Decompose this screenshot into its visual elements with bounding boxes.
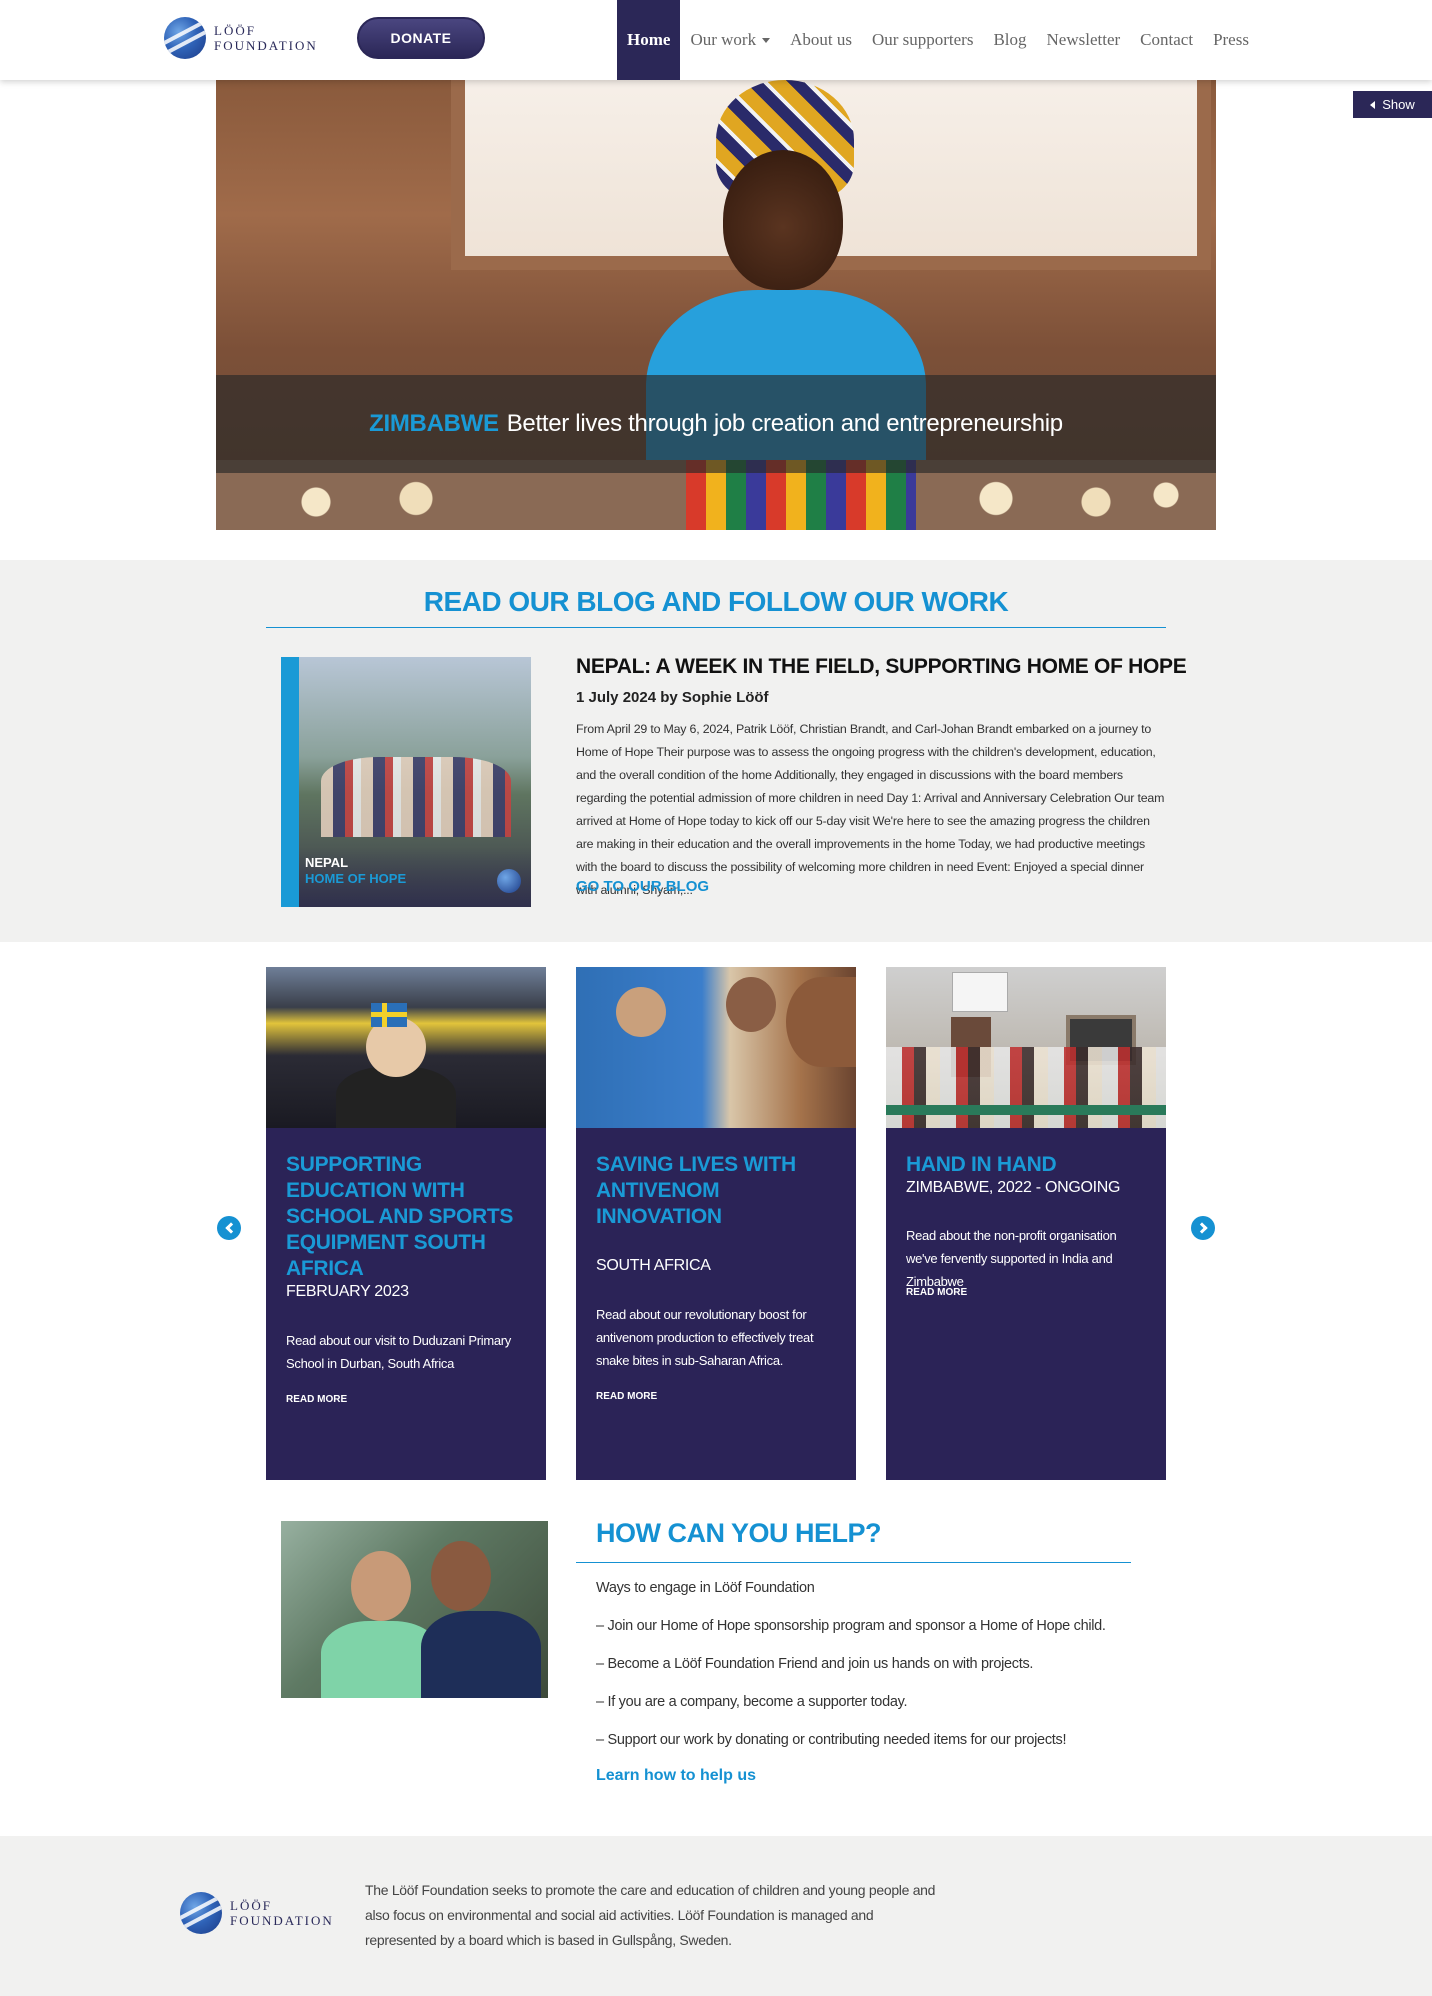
globe-logo-icon — [497, 869, 521, 893]
help-section-title: HOW CAN YOU HELP? — [596, 1518, 882, 1548]
photo-shape — [616, 987, 666, 1037]
blog-photo-group — [321, 757, 511, 837]
help-item-company: – If you are a company, become a support… — [596, 1694, 908, 1710]
main-nav: Home Our work About us Our supporters Bl… — [617, 0, 1259, 80]
site-footer: LÖÖF FOUNDATION The Lööf Foundation seek… — [0, 1836, 1432, 1996]
help-list: Ways to engage in Lööf Foundation – Join… — [596, 1576, 1136, 1766]
nav-our-supporters[interactable]: Our supporters — [862, 0, 984, 80]
site-logo[interactable]: LÖÖF FOUNDATION — [164, 16, 324, 60]
project-card-subtitle: ZIMBABWE, 2022 - ONGOING — [906, 1179, 1121, 1196]
blog-section-title: READ OUR BLOG AND FOLLOW OUR WORK — [423, 586, 1009, 617]
triangle-left-icon — [1370, 100, 1376, 109]
nav-home[interactable]: Home — [617, 0, 681, 80]
project-card[interactable]: HAND IN HAND ZIMBABWE, 2022 - ONGOING Re… — [886, 967, 1166, 1480]
project-card-photo — [886, 967, 1166, 1128]
logo-text: LÖÖF FOUNDATION — [214, 24, 318, 52]
project-card-description: Read about our visit to Duduzani Primary… — [286, 1333, 512, 1371]
show-label: Show — [1382, 97, 1415, 112]
read-more-link[interactable]: READ MORE — [596, 1391, 657, 1402]
help-item-intro: Ways to engage in Lööf Foundation — [596, 1580, 815, 1596]
site-header: LÖÖF FOUNDATION DONATE Home Our work Abo… — [0, 0, 1432, 80]
help-item-sponsor: – Join our Home of Hope sponsorship prog… — [596, 1618, 1106, 1634]
hero-slider[interactable]: ZIMBABWE Better lives through job creati… — [216, 80, 1216, 530]
help-item-donate: – Support our work by donating or contri… — [596, 1732, 1067, 1748]
globe-logo-icon — [164, 17, 206, 59]
help-divider — [576, 1562, 1131, 1563]
blog-divider — [266, 627, 1166, 628]
photo-shape — [886, 1105, 1166, 1115]
nav-press[interactable]: Press — [1203, 0, 1259, 80]
project-card[interactable]: SUPPORTING EDUCATION WITH SCHOOL AND SPO… — [266, 967, 546, 1480]
nav-blog-label: Blog — [993, 30, 1027, 49]
blog-post-title[interactable]: NEPAL: A WEEK IN THE FIELD, SUPPORTING H… — [576, 655, 1187, 679]
read-more-link[interactable]: READ MORE — [906, 1287, 967, 1298]
nav-newsletter[interactable]: Newsletter — [1037, 0, 1131, 80]
logo-line1: LÖÖF — [230, 1898, 272, 1913]
project-card-title: HAND IN HAND — [906, 1153, 1057, 1176]
learn-how-to-help-link[interactable]: Learn how to help us — [596, 1767, 756, 1785]
blog-post-excerpt: From April 29 to May 6, 2024, Patrik Löö… — [576, 722, 1165, 897]
blog-photo-stripe — [281, 657, 299, 907]
hero-caption: ZIMBABWE Better lives through job creati… — [216, 375, 1216, 473]
hero-country: ZIMBABWE — [369, 410, 499, 437]
nav-our-work[interactable]: Our work — [680, 0, 780, 80]
chevron-left-icon — [224, 1222, 237, 1234]
logo-line2: FOUNDATION — [230, 1913, 334, 1928]
project-card-subtitle: SOUTH AFRICA — [596, 1257, 711, 1274]
read-more-link[interactable]: READ MORE — [286, 1394, 347, 1405]
hero-photo-face — [723, 150, 843, 290]
footer-logo[interactable]: LÖÖF FOUNDATION — [180, 1891, 340, 1935]
project-card-photo — [266, 967, 546, 1128]
nav-contact-label: Contact — [1140, 30, 1194, 49]
nav-contact[interactable]: Contact — [1130, 0, 1203, 80]
donate-button[interactable]: DONATE — [357, 17, 485, 59]
nav-press-label: Press — [1213, 30, 1249, 49]
carousel-next-button[interactable] — [1191, 1216, 1215, 1240]
projects-carousel: SUPPORTING EDUCATION WITH SCHOOL AND SPO… — [0, 942, 1432, 1484]
swedish-flag-icon — [371, 1003, 407, 1027]
logo-line1: LÖÖF — [214, 23, 256, 38]
go-to-blog-link[interactable]: GO TO OUR BLOG — [576, 878, 709, 895]
caret-down-icon — [762, 37, 771, 43]
show-panel-button[interactable]: Show — [1353, 91, 1432, 118]
photo-shape — [431, 1541, 491, 1611]
hero-caption-text: Better lives through job creation and en… — [506, 410, 1063, 437]
project-card-title: SAVING LIVES WITH ANTIVENOM INNOVATION — [596, 1153, 796, 1228]
blog-image-label-country: NEPAL — [305, 855, 349, 870]
globe-logo-icon — [180, 1892, 222, 1934]
blog-post-image[interactable]: NEPAL HOME OF HOPE — [281, 657, 531, 907]
nav-about-label: About us — [790, 30, 852, 49]
project-card[interactable]: SAVING LIVES WITH ANTIVENOM INNOVATION S… — [576, 967, 856, 1480]
project-card-photo — [576, 967, 856, 1128]
photo-shape — [726, 977, 776, 1032]
photo-shape — [952, 972, 1008, 1012]
nav-blog[interactable]: Blog — [983, 0, 1036, 80]
project-card-description: Read about our revolutionary boost for a… — [596, 1307, 814, 1368]
help-item-friend: – Become a Lööf Foundation Friend and jo… — [596, 1656, 1034, 1672]
photo-shape — [351, 1551, 411, 1621]
photo-shape — [886, 1047, 1166, 1128]
page: LÖÖF FOUNDATION DONATE Home Our work Abo… — [0, 0, 1432, 1996]
project-card-description: Read about the non-profit organisation w… — [906, 1228, 1117, 1289]
project-card-subtitle: FEBRUARY 2023 — [286, 1283, 409, 1300]
blog-image-label-project: HOME OF HOPE — [305, 871, 407, 886]
logo-text: LÖÖF FOUNDATION — [230, 1899, 334, 1927]
logo-line2: FOUNDATION — [214, 38, 318, 53]
nav-our-work-label: Our work — [690, 30, 757, 49]
chevron-right-icon — [1195, 1222, 1208, 1234]
footer-about-text: The Lööf Foundation seeks to promote the… — [365, 1882, 936, 1948]
carousel-prev-button[interactable] — [217, 1216, 241, 1240]
project-card-title: SUPPORTING EDUCATION WITH SCHOOL AND SPO… — [286, 1153, 514, 1280]
nav-home-label: Home — [627, 30, 671, 49]
photo-shape — [421, 1611, 541, 1698]
blog-section: READ OUR BLOG AND FOLLOW OUR WORK NEPAL … — [0, 560, 1432, 942]
nav-supporters-label: Our supporters — [871, 30, 974, 49]
photo-shape — [786, 977, 856, 1067]
help-image — [281, 1521, 548, 1698]
nav-about-us[interactable]: About us — [780, 0, 862, 80]
nav-newsletter-label: Newsletter — [1046, 30, 1121, 49]
blog-post-meta: 1 July 2024 by Sophie Lööf — [576, 689, 769, 706]
